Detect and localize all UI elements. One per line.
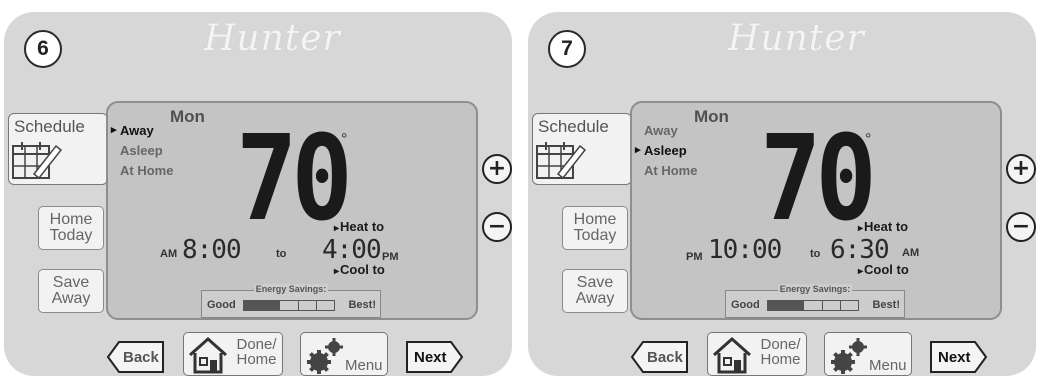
back-label: Back [123,348,159,366]
hunter-logo: Hunter [204,18,341,59]
hunter-logo: Hunter [728,18,865,59]
done-home-button[interactable]: Done/ Home [707,332,807,376]
done-home-label: Done/ Home [236,336,277,368]
heat-to-label: Heat to [334,219,384,234]
energy-savings-meter: Energy Savings: Good Best! [201,284,381,318]
day-label: Mon [694,107,729,126]
energy-bar [767,300,859,311]
menu-label: Menu [345,357,383,374]
day-label: Mon [170,107,205,126]
done-home-button[interactable]: Done/ Home [183,332,283,376]
start-time: 10:00 [708,235,782,265]
gear-icon [307,338,343,374]
energy-bar [243,300,335,311]
energy-segment [244,301,263,310]
done-home-label: Done/ Home [760,336,801,368]
step-number-badge: 6 [24,30,62,68]
thermostat-panel-step-7: 7 Hunter Schedule Home Today Save Away M… [528,12,1036,376]
to-label: to [276,248,287,260]
energy-savings-label: Energy Savings: [777,284,853,294]
end-time: 6:30 [830,235,890,265]
save-away-button[interactable]: Save Away [38,269,104,313]
energy-segment [280,301,299,310]
house-icon [189,336,227,374]
back-label: Back [647,348,683,366]
to-label: to [810,248,821,260]
mode-at-home: At Home [644,163,698,178]
mode-at-home: At Home [120,163,174,178]
decrease-button[interactable]: − [1006,212,1036,242]
temperature-readout: 70 [236,110,353,248]
increase-button[interactable]: + [1006,154,1036,184]
gear-icon [831,338,867,374]
mode-away: Away [111,123,154,138]
save-away-button[interactable]: Save Away [562,269,628,313]
schedule-button[interactable]: Schedule [532,113,637,185]
back-button[interactable]: Back [106,340,165,374]
schedule-label: Schedule [538,117,609,136]
energy-segment [299,301,317,310]
menu-button[interactable]: Menu [824,332,912,376]
mode-away: Away [644,123,678,138]
temperature-readout: 70 [760,110,877,248]
energy-best-label: Best! [348,299,376,311]
energy-segment [841,301,858,310]
energy-savings-label: Energy Savings: [253,284,329,294]
start-time: 8:00 [182,235,242,265]
home-today-button[interactable]: Home Today [562,206,628,250]
home-today-button[interactable]: Home Today [38,206,104,250]
mode-asleep: Asleep [635,143,687,158]
lcd-display: Mon Away Asleep At Home 70 ° Heat to Coo… [106,101,478,320]
next-button[interactable]: Next [405,340,464,374]
menu-button[interactable]: Menu [300,332,388,376]
energy-good-label: Good [207,299,236,311]
energy-best-label: Best! [872,299,900,311]
end-ampm: AM [902,247,920,259]
increase-button[interactable]: + [482,154,512,184]
menu-label: Menu [869,357,907,374]
end-ampm: PM [382,251,399,263]
calendar-edit-icon [12,142,63,180]
lcd-display: Mon Away Asleep At Home 70 ° Heat to Coo… [630,101,1002,320]
energy-good-label: Good [731,299,760,311]
step-number-badge: 7 [548,30,586,68]
degree-symbol: ° [865,131,872,148]
heat-to-label: Heat to [858,219,908,234]
start-ampm: AM [160,248,178,260]
end-time: 4:00 [322,235,382,265]
thermostat-panel-step-6: 6 Hunter Schedule Home Today Save Away M… [4,12,512,376]
decrease-button[interactable]: − [482,212,512,242]
energy-segment [768,301,787,310]
house-icon [713,336,751,374]
schedule-button[interactable]: Schedule [8,113,113,185]
next-label: Next [938,348,971,366]
back-button[interactable]: Back [630,340,689,374]
mode-asleep: Asleep [120,143,163,158]
energy-segment [317,301,334,310]
calendar-edit-icon [536,142,587,180]
energy-segment [804,301,823,310]
energy-segment [786,301,805,310]
degree-symbol: ° [341,131,348,148]
next-button[interactable]: Next [929,340,988,374]
energy-segment [823,301,841,310]
energy-savings-meter: Energy Savings: Good Best! [725,284,905,318]
next-label: Next [414,348,447,366]
start-ampm: PM [686,251,703,263]
energy-segment [262,301,281,310]
schedule-label: Schedule [14,117,85,136]
